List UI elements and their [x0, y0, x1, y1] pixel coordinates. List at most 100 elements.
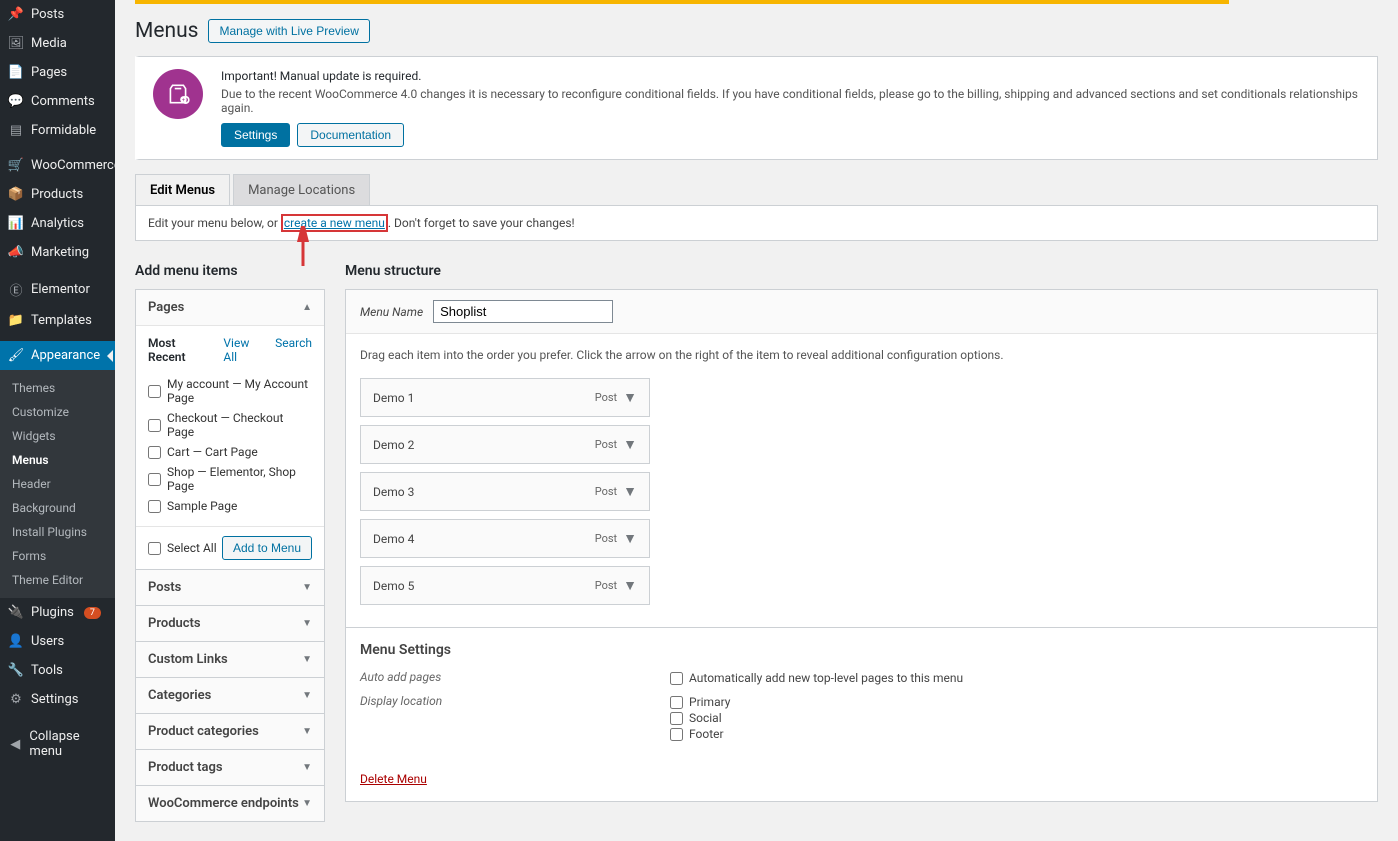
page-checkbox[interactable]: [148, 446, 161, 459]
accordion-products: Products▼: [135, 605, 325, 642]
sidebar-item-users[interactable]: 👤Users: [0, 627, 115, 656]
sidebar-item-appearance[interactable]: 🖌Appearance: [0, 341, 115, 370]
sidebar-sub-themes[interactable]: Themes: [0, 376, 115, 400]
accordion-head[interactable]: Products▼: [136, 606, 324, 641]
collapse-label: Collapse menu: [29, 729, 107, 759]
page-option[interactable]: Shop — Elementor, Shop Page: [148, 462, 312, 496]
sidebar-sub-customize[interactable]: Customize: [0, 400, 115, 424]
live-preview-button[interactable]: Manage with Live Preview: [208, 19, 369, 43]
menu-item-type: Post: [595, 485, 617, 498]
sidebar-item-label: Media: [31, 36, 67, 51]
location-checkbox[interactable]: [670, 696, 683, 709]
sidebar-item-label: Posts: [31, 7, 64, 22]
page-checkbox[interactable]: [148, 473, 161, 486]
sidebar-sub-header[interactable]: Header: [0, 472, 115, 496]
sidebar-item-media[interactable]: 🖼Media: [0, 29, 115, 58]
notice-docs-button[interactable]: Documentation: [297, 123, 404, 147]
menu-structure-item[interactable]: Demo 3Post▼: [360, 472, 650, 511]
accordion-pages-title: Pages: [148, 300, 184, 315]
accordion-head[interactable]: WooCommerce endpoints▼: [136, 786, 324, 821]
tab-edit-menus[interactable]: Edit Menus: [135, 174, 230, 207]
chevron-down-icon: ▼: [302, 762, 312, 773]
menu-structure-item[interactable]: Demo 4Post▼: [360, 519, 650, 558]
accordion-pages-head[interactable]: Pages ▲: [136, 290, 324, 325]
sidebar-item-label: Marketing: [31, 245, 89, 260]
menu-icon: 📣: [8, 245, 24, 260]
auto-add-checkbox[interactable]: [670, 672, 683, 685]
sidebar-sub-forms[interactable]: Forms: [0, 544, 115, 568]
accordion-product-tags: Product tags▼: [135, 749, 325, 786]
page-option[interactable]: My account — My Account Page: [148, 374, 312, 408]
menu-structure-item[interactable]: Demo 2Post▼: [360, 425, 650, 464]
accordion-head[interactable]: Categories ▼: [136, 678, 324, 713]
auto-add-option[interactable]: Automatically add new top-level pages to…: [670, 670, 963, 686]
select-all-checkbox[interactable]: [148, 542, 161, 555]
sidebar-item-label: Comments: [31, 94, 95, 109]
location-checkbox[interactable]: [670, 712, 683, 725]
page-option[interactable]: Checkout — Checkout Page: [148, 408, 312, 442]
helper-post: . Don't forget to save your changes!: [388, 216, 575, 230]
menu-name-input[interactable]: [433, 300, 613, 323]
page-option[interactable]: Cart — Cart Page: [148, 442, 312, 462]
sidebar-item-templates[interactable]: 📁Templates: [0, 306, 115, 335]
page-checkbox[interactable]: [148, 419, 161, 432]
page-option[interactable]: Sample Page: [148, 496, 312, 516]
add-to-menu-button[interactable]: Add to Menu: [222, 536, 312, 560]
sidebar-sub-widgets[interactable]: Widgets: [0, 424, 115, 448]
location-option-primary[interactable]: Primary: [670, 694, 730, 710]
accordion-head[interactable]: Posts▼: [136, 570, 324, 605]
notice-settings-button[interactable]: Settings: [221, 123, 290, 147]
notice-line1: Important! Manual update is required.: [221, 69, 1363, 83]
menu-structure-item[interactable]: Demo 5Post▼: [360, 566, 650, 605]
svg-text:+: +: [182, 98, 185, 104]
location-option-social[interactable]: Social: [670, 710, 730, 726]
sidebar-item-elementor[interactable]: ⒺElementor: [0, 273, 115, 306]
sidebar-item-tools[interactable]: 🔧Tools: [0, 656, 115, 685]
chevron-down-icon[interactable]: ▼: [623, 483, 637, 500]
sidebar-item-plugins[interactable]: 🔌Plugins7: [0, 598, 115, 627]
accordion-title: Categories: [148, 688, 211, 703]
select-all-label[interactable]: Select All: [148, 538, 217, 558]
create-new-menu-link[interactable]: create a new menu: [281, 214, 388, 232]
location-checkbox[interactable]: [670, 728, 683, 741]
sidebar-item-formidable[interactable]: ▤Formidable: [0, 116, 115, 145]
subtab-view-all[interactable]: View All: [223, 336, 263, 364]
sidebar-sub-theme-editor[interactable]: Theme Editor: [0, 568, 115, 592]
sidebar-item-label: Templates: [31, 313, 92, 328]
menu-item-title: Demo 5: [373, 579, 414, 593]
chevron-down-icon[interactable]: ▼: [623, 436, 637, 453]
sidebar-sub-background[interactable]: Background: [0, 496, 115, 520]
sidebar-item-woocommerce[interactable]: 🛒WooCommerce: [0, 151, 115, 180]
drag-hint: Drag each item into the order you prefer…: [360, 348, 1363, 362]
collapse-menu[interactable]: ◀ Collapse menu: [0, 722, 115, 766]
page-checkbox[interactable]: [148, 500, 161, 513]
sidebar-item-analytics[interactable]: 📊Analytics: [0, 209, 115, 238]
sidebar-item-marketing[interactable]: 📣 Marketing: [0, 238, 115, 267]
page-checkbox[interactable]: [148, 385, 161, 398]
subtab-search[interactable]: Search: [275, 336, 312, 364]
accordion-title: Products: [148, 616, 201, 631]
chevron-down-icon[interactable]: ▼: [623, 577, 637, 594]
sidebar-item-pages[interactable]: 📄Pages: [0, 58, 115, 87]
sidebar-item-products[interactable]: 📦Products: [0, 180, 115, 209]
chevron-down-icon: ▼: [302, 690, 312, 701]
sidebar-item-settings[interactable]: ⚙Settings: [0, 685, 115, 714]
accordion-head[interactable]: Product tags▼: [136, 750, 324, 785]
sidebar-sub-install-plugins[interactable]: Install Plugins: [0, 520, 115, 544]
tab-manage-locations[interactable]: Manage Locations: [233, 174, 370, 206]
subtab-most-recent[interactable]: Most Recent: [148, 336, 211, 364]
accordion-title: WooCommerce endpoints: [148, 796, 299, 811]
menu-structure-item[interactable]: Demo 1Post▼: [360, 378, 650, 417]
sidebar-item-comments[interactable]: 💬Comments: [0, 87, 115, 116]
sidebar-sub-menus[interactable]: Menus: [0, 448, 115, 472]
chevron-down-icon: ▼: [302, 582, 312, 593]
chevron-down-icon: ▼: [302, 654, 312, 665]
accordion-head[interactable]: Custom Links▼: [136, 642, 324, 677]
chevron-down-icon[interactable]: ▼: [623, 389, 637, 406]
delete-menu-link[interactable]: Delete Menu: [360, 772, 427, 786]
annotation-arrow: [288, 226, 318, 268]
sidebar-item-posts[interactable]: 📌Posts: [0, 0, 115, 29]
location-option-footer[interactable]: Footer: [670, 726, 730, 742]
accordion-head[interactable]: Product categories▼: [136, 714, 324, 749]
chevron-down-icon[interactable]: ▼: [623, 530, 637, 547]
